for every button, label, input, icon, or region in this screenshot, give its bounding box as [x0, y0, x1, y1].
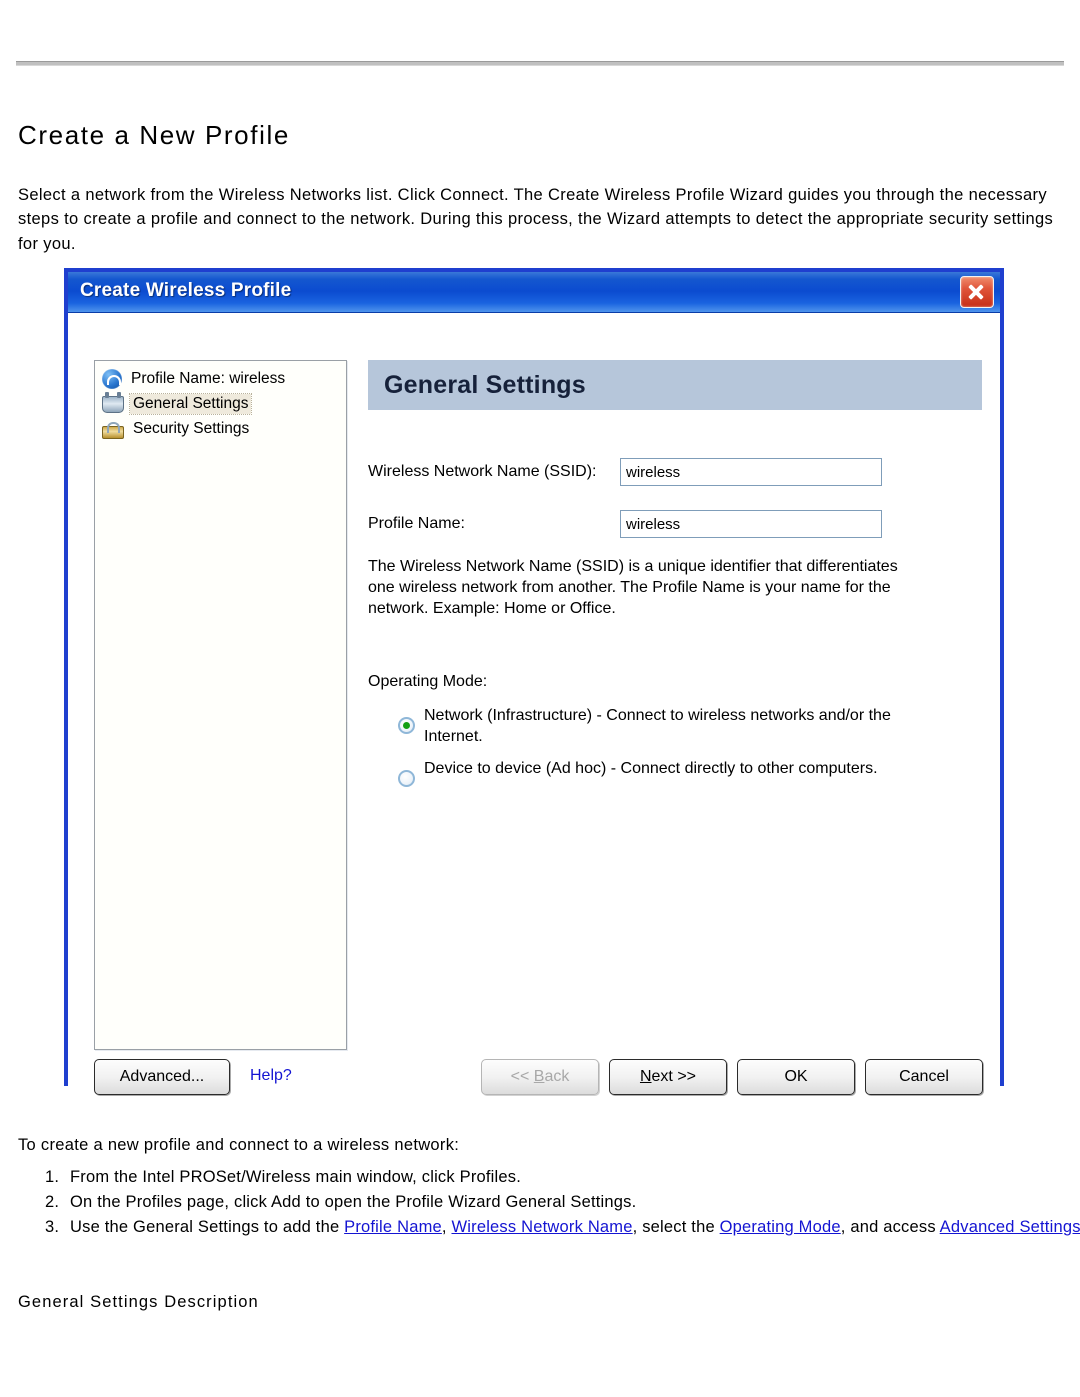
step-link[interactable]: Wireless Network Name: [451, 1218, 632, 1236]
step-link[interactable]: Advanced Settings: [940, 1218, 1080, 1236]
step-item: On the Profiles page, click Add to open …: [64, 1190, 1080, 1215]
step-text: From the Intel PROSet/Wireless main wind…: [70, 1168, 522, 1186]
pane-header-title: General Settings: [384, 370, 586, 399]
profile-name-label: Profile Name:: [368, 515, 465, 532]
top-horizontal-rule: [16, 61, 1064, 66]
step-text: On the Profiles page, click Add to open …: [70, 1193, 637, 1211]
radio-adhoc-label: Device to device (Ad hoc) - Connect dire…: [424, 760, 878, 777]
close-icon[interactable]: [960, 276, 994, 308]
step-item: Use the General Settings to add the Prof…: [64, 1215, 1080, 1240]
cancel-button[interactable]: Cancel: [865, 1059, 983, 1095]
next-button-label: Next >>: [639, 1068, 697, 1085]
lock-icon: [102, 421, 124, 439]
ssid-label: Wireless Network Name (SSID):: [368, 463, 597, 480]
step-text: , select the: [632, 1218, 720, 1236]
dialog-body: Profile Name: wireless General Settings …: [68, 313, 1000, 1095]
create-wireless-profile-dialog: Create Wireless Profile Profile Name: wi…: [64, 268, 1004, 1095]
general-settings-description-heading: General Settings Description: [18, 1293, 259, 1311]
tree-item-profile-name[interactable]: Profile Name: wireless: [102, 366, 346, 391]
ssid-description: The Wireless Network Name (SSID) is a un…: [368, 558, 898, 617]
operating-mode-label: Operating Mode:: [368, 673, 488, 690]
step-item: From the Intel PROSet/Wireless main wind…: [64, 1165, 1080, 1190]
operating-mode-option-infrastructure[interactable]: Network (Infrastructure) - Connect to wi…: [398, 705, 894, 747]
advanced-button[interactable]: Advanced...: [94, 1059, 230, 1095]
step-link[interactable]: Profile Name: [344, 1218, 442, 1236]
outro-paragraph: To create a new profile and connect to a…: [18, 1135, 460, 1154]
step-link[interactable]: Operating Mode: [720, 1218, 841, 1236]
next-button[interactable]: Next >>: [609, 1059, 727, 1095]
radio-infrastructure-icon[interactable]: [398, 717, 415, 734]
ssid-field-row: Wireless Network Name (SSID):: [368, 458, 882, 486]
intro-paragraph: Select a network from the Wireless Netwo…: [18, 185, 1054, 253]
radio-adhoc-icon[interactable]: [398, 770, 415, 787]
ok-button[interactable]: OK: [737, 1059, 855, 1095]
dialog-title: Create Wireless Profile: [80, 280, 292, 301]
tree-item-label: Profile Name: wireless: [131, 369, 286, 387]
profile-name-field-row: Profile Name:: [368, 510, 882, 538]
back-button-label: << Back: [510, 1068, 570, 1085]
tree-item-general-settings[interactable]: General Settings: [102, 391, 346, 416]
tree-item-security-settings[interactable]: Security Settings: [102, 416, 346, 441]
operating-mode-option-adhoc[interactable]: Device to device (Ad hoc) - Connect dire…: [398, 758, 894, 787]
step-text: Use the General Settings to add the: [70, 1218, 345, 1236]
dialog-titlebar: Create Wireless Profile: [68, 272, 1000, 313]
tree-item-label: General Settings: [128, 392, 253, 415]
back-button[interactable]: << Back: [481, 1059, 599, 1095]
profile-name-input[interactable]: [620, 510, 882, 538]
page-title: Create a New Profile: [18, 120, 290, 151]
wifi-globe-icon: [102, 368, 122, 389]
adapter-icon: [102, 392, 124, 413]
general-settings-pane: General Settings Wireless Network Name (…: [368, 360, 982, 1087]
dialog-button-bar: Advanced... Help? << Back Next >> OK Can…: [68, 1059, 1000, 1107]
wizard-step-tree[interactable]: Profile Name: wireless General Settings …: [94, 360, 347, 1050]
steps-list: From the Intel PROSet/Wireless main wind…: [18, 1165, 1080, 1240]
ssid-input[interactable]: [620, 458, 882, 486]
pane-header: General Settings: [368, 360, 982, 410]
radio-infrastructure-label: Network (Infrastructure) - Connect to wi…: [424, 707, 891, 745]
step-text: , and access: [840, 1218, 940, 1236]
tree-item-label: Security Settings: [133, 419, 250, 437]
help-link[interactable]: Help?: [250, 1067, 292, 1085]
